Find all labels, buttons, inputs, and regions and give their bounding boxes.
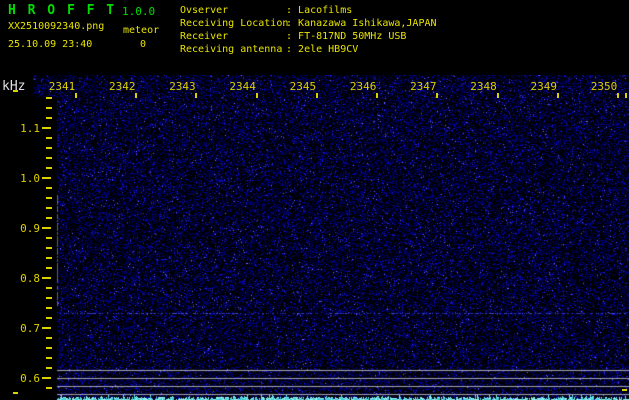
station-info: OvserverLacofilmsReceiving LocationKanaz… (180, 4, 437, 56)
freq-minor-tick (46, 257, 52, 259)
time-tick-mark (255, 93, 258, 98)
freq-tick-label: 0.6 (20, 372, 40, 385)
freq-minor-tick (46, 157, 52, 159)
time-tick-label: 2342 (108, 80, 136, 93)
freq-minor-tick (46, 237, 52, 239)
time-tick-label: 2345 (289, 80, 317, 93)
app-version: 1.0.0 (122, 5, 156, 18)
freq-minor-tick (46, 247, 52, 249)
freq-minor-tick (46, 217, 52, 219)
time-tick-mark (195, 93, 198, 98)
info-label: Receiving antenna (180, 44, 283, 55)
freq-tick-mark (42, 327, 51, 329)
freq-minor-tick (46, 347, 52, 349)
freq-tick-mark (42, 277, 51, 279)
time-tick-label: 2343 (169, 80, 196, 93)
station-info-row: Ovserver Lacofilms (180, 4, 437, 17)
freq-minor-tick (46, 187, 52, 189)
time-tick-label: 2346 (349, 80, 377, 93)
time-tick-mark (376, 93, 379, 98)
time-tick-label: 2341 (48, 80, 76, 93)
time-tick-mark (75, 93, 77, 98)
time-tick-mark (616, 93, 619, 98)
freq-minor-tick (46, 137, 52, 139)
station-info-row: Receiver FT-817ND 50MHz USB (180, 30, 437, 43)
freq-tick-label: 1.1 (20, 122, 40, 135)
freq-minor-tick (46, 207, 52, 209)
freq-tick-mark (42, 377, 51, 379)
info-value: Kanazawa Ishikawa,JAPAN (286, 18, 437, 29)
station-info-row: Receiving antenna2ele HB9CV (180, 43, 437, 56)
hrofft-window: H R O F F T 1.0.0 XX2510092340.png meteo… (0, 0, 629, 400)
app-title: H R O F F T (8, 3, 117, 18)
info-label: Receiver (180, 31, 229, 42)
time-tick-label: 2349 (530, 80, 558, 93)
freq-tick-label: 0.9 (20, 222, 40, 235)
freq-minor-tick (46, 117, 52, 119)
time-tick-label: 2348 (470, 80, 497, 93)
freq-tick-label: 0.7 (20, 322, 40, 335)
freq-tick-label: 0.8 (20, 272, 40, 285)
freq-minor-tick (46, 337, 52, 339)
freq-minor-tick (46, 307, 52, 309)
meteor-count: 0 (140, 39, 147, 50)
time-tick-mark (315, 93, 318, 98)
freq-minor-tick (46, 287, 52, 289)
time-tick-label: 2350 (590, 80, 618, 93)
freq-minor-tick (46, 387, 52, 389)
time-tick-mark (625, 93, 627, 98)
freq-minor-tick (46, 357, 52, 359)
time-tick-mark (496, 93, 499, 98)
freq-minor-tick (46, 167, 52, 169)
time-tick-label: 2347 (410, 80, 437, 93)
spectrogram-canvas (33, 75, 629, 400)
info-value: Lacofilms (286, 5, 352, 16)
time-tick-mark (135, 93, 138, 98)
info-value: FT-817ND 50MHz USB (286, 31, 406, 42)
time-tick-mark (556, 93, 559, 98)
mode-label: meteor (123, 25, 160, 36)
output-filename: XX2510092340.png (8, 21, 105, 32)
station-info-row: Receiving LocationKanazawa Ishikawa,JAPA… (180, 17, 437, 30)
freq-minor-tick (46, 147, 52, 149)
info-label: Ovserver (180, 5, 229, 16)
freq-minor-tick (46, 97, 52, 99)
freq-minor-tick (46, 367, 52, 369)
scale-end-mark (13, 392, 18, 394)
info-label: Receiving Location (180, 18, 289, 29)
scale-end-mark (13, 90, 18, 92)
freq-tick-mark (42, 177, 51, 179)
freq-tick-mark (42, 127, 51, 129)
freq-minor-tick (46, 317, 52, 319)
freq-minor-tick (46, 107, 52, 109)
time-tick-mark (436, 93, 439, 98)
freq-minor-tick (46, 267, 52, 269)
datetime: 25.10.09 23:40 (8, 39, 93, 50)
info-value: 2ele HB9CV (286, 44, 358, 55)
freq-minor-tick (46, 297, 52, 299)
freq-tick-mark (42, 227, 51, 229)
time-tick-label: 2344 (229, 80, 256, 93)
freq-minor-tick (46, 197, 52, 199)
scale-end-mark (622, 389, 627, 391)
freq-tick-label: 1.0 (20, 172, 40, 185)
